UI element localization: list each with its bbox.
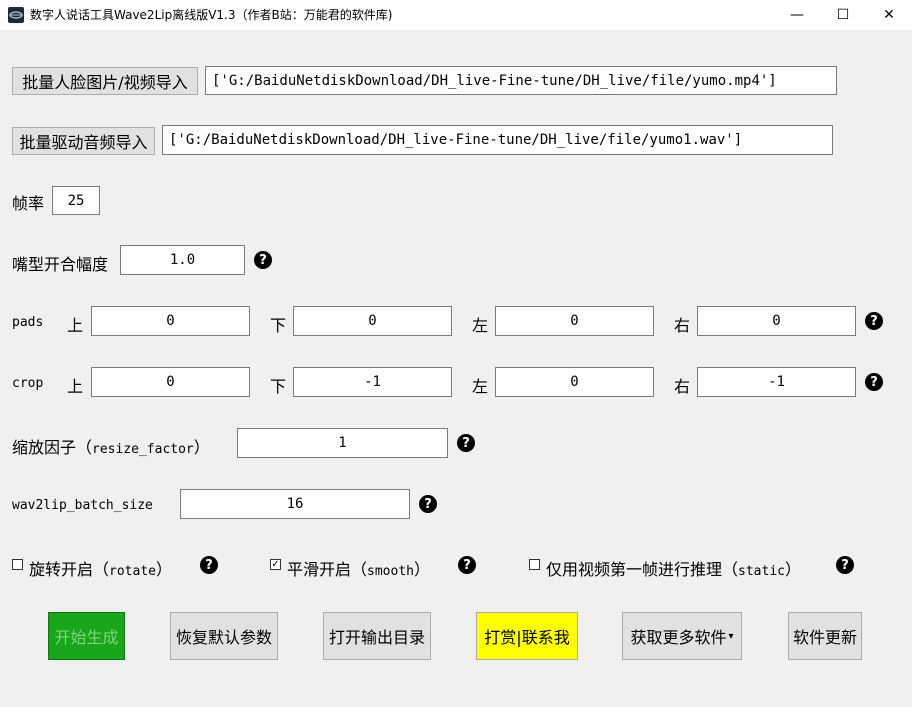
resize-input[interactable]: 1 [237, 428, 448, 458]
crop-left-label: 左 [472, 377, 489, 396]
crop-help-icon[interactable]: ? [865, 373, 883, 391]
smooth-label: 平滑开启（smooth） [287, 560, 430, 579]
update-button[interactable]: 软件更新 [788, 612, 862, 660]
pads-bottom-input[interactable]: 0 [293, 306, 452, 336]
rotate-help-icon[interactable]: ? [200, 556, 218, 574]
static-label: 仅用视频第一帧进行推理（static） [546, 560, 801, 579]
window-title: 数字人说话工具Wave2Lip离线版V1.3（作者B站：万能君的软件库) [30, 8, 393, 22]
crop-top-label: 上 [67, 377, 84, 396]
batch-help-icon[interactable]: ? [419, 495, 437, 513]
pads-bottom-label: 下 [270, 316, 287, 335]
mouth-input[interactable]: 1.0 [120, 245, 245, 275]
crop-left-input[interactable]: 0 [495, 367, 654, 397]
batch-label: wav2lip_batch_size [12, 498, 153, 513]
face-path-input[interactable]: ['G:/BaiduNetdiskDownload/DH_live-Fine-t… [205, 66, 837, 95]
pads-top-label: 上 [67, 316, 84, 335]
donate-button[interactable]: 打赏|联系我 [476, 612, 578, 660]
open-output-button[interactable]: 打开输出目录 [323, 612, 431, 660]
mouth-help-icon[interactable]: ? [254, 251, 272, 269]
resize-label: 缩放因子（resize_factor） [12, 438, 210, 457]
pads-left-input[interactable]: 0 [495, 306, 654, 336]
batch-input[interactable]: 16 [180, 489, 410, 519]
crop-bottom-input[interactable]: -1 [293, 367, 452, 397]
pads-top-input[interactable]: 0 [91, 306, 250, 336]
maximize-button[interactable]: ☐ [820, 0, 866, 30]
pads-right-input[interactable]: 0 [697, 306, 856, 336]
crop-top-input[interactable]: 0 [91, 367, 250, 397]
app-icon [8, 7, 24, 23]
more-software-button[interactable]: 获取更多软件 ▾ [622, 612, 742, 660]
fps-input[interactable]: 25 [52, 186, 100, 215]
crop-label: crop [12, 376, 44, 391]
face-import-button[interactable]: 批量人脸图片/视频导入 [12, 67, 198, 95]
audio-path-input[interactable]: ['G:/BaiduNetdiskDownload/DH_live-Fine-t… [162, 125, 833, 155]
crop-right-input[interactable]: -1 [697, 367, 856, 397]
static-checkbox[interactable] [529, 559, 540, 570]
rotate-label: 旋转开启（rotate） [29, 560, 172, 579]
pads-label: pads [12, 315, 44, 330]
pads-right-label: 右 [674, 316, 691, 335]
static-help-icon[interactable]: ? [836, 556, 854, 574]
reset-button[interactable]: 恢复默认参数 [170, 612, 278, 660]
minimize-button[interactable]: — [774, 0, 820, 30]
rotate-checkbox[interactable] [12, 559, 23, 570]
close-button[interactable]: ✕ [866, 0, 912, 30]
dropdown-icon: ▾ [728, 630, 734, 642]
start-button[interactable]: 开始生成 [48, 612, 125, 660]
pads-help-icon[interactable]: ? [865, 312, 883, 330]
smooth-help-icon[interactable]: ? [458, 556, 476, 574]
mouth-label: 嘴型开合幅度 [12, 255, 109, 274]
fps-label: 帧率 [12, 194, 45, 213]
audio-import-button[interactable]: 批量驱动音频导入 [12, 127, 155, 155]
pads-left-label: 左 [472, 316, 489, 335]
crop-bottom-label: 下 [270, 377, 287, 396]
smooth-checkbox[interactable]: ✓ [270, 559, 281, 570]
resize-help-icon[interactable]: ? [457, 434, 475, 452]
crop-right-label: 右 [674, 377, 691, 396]
